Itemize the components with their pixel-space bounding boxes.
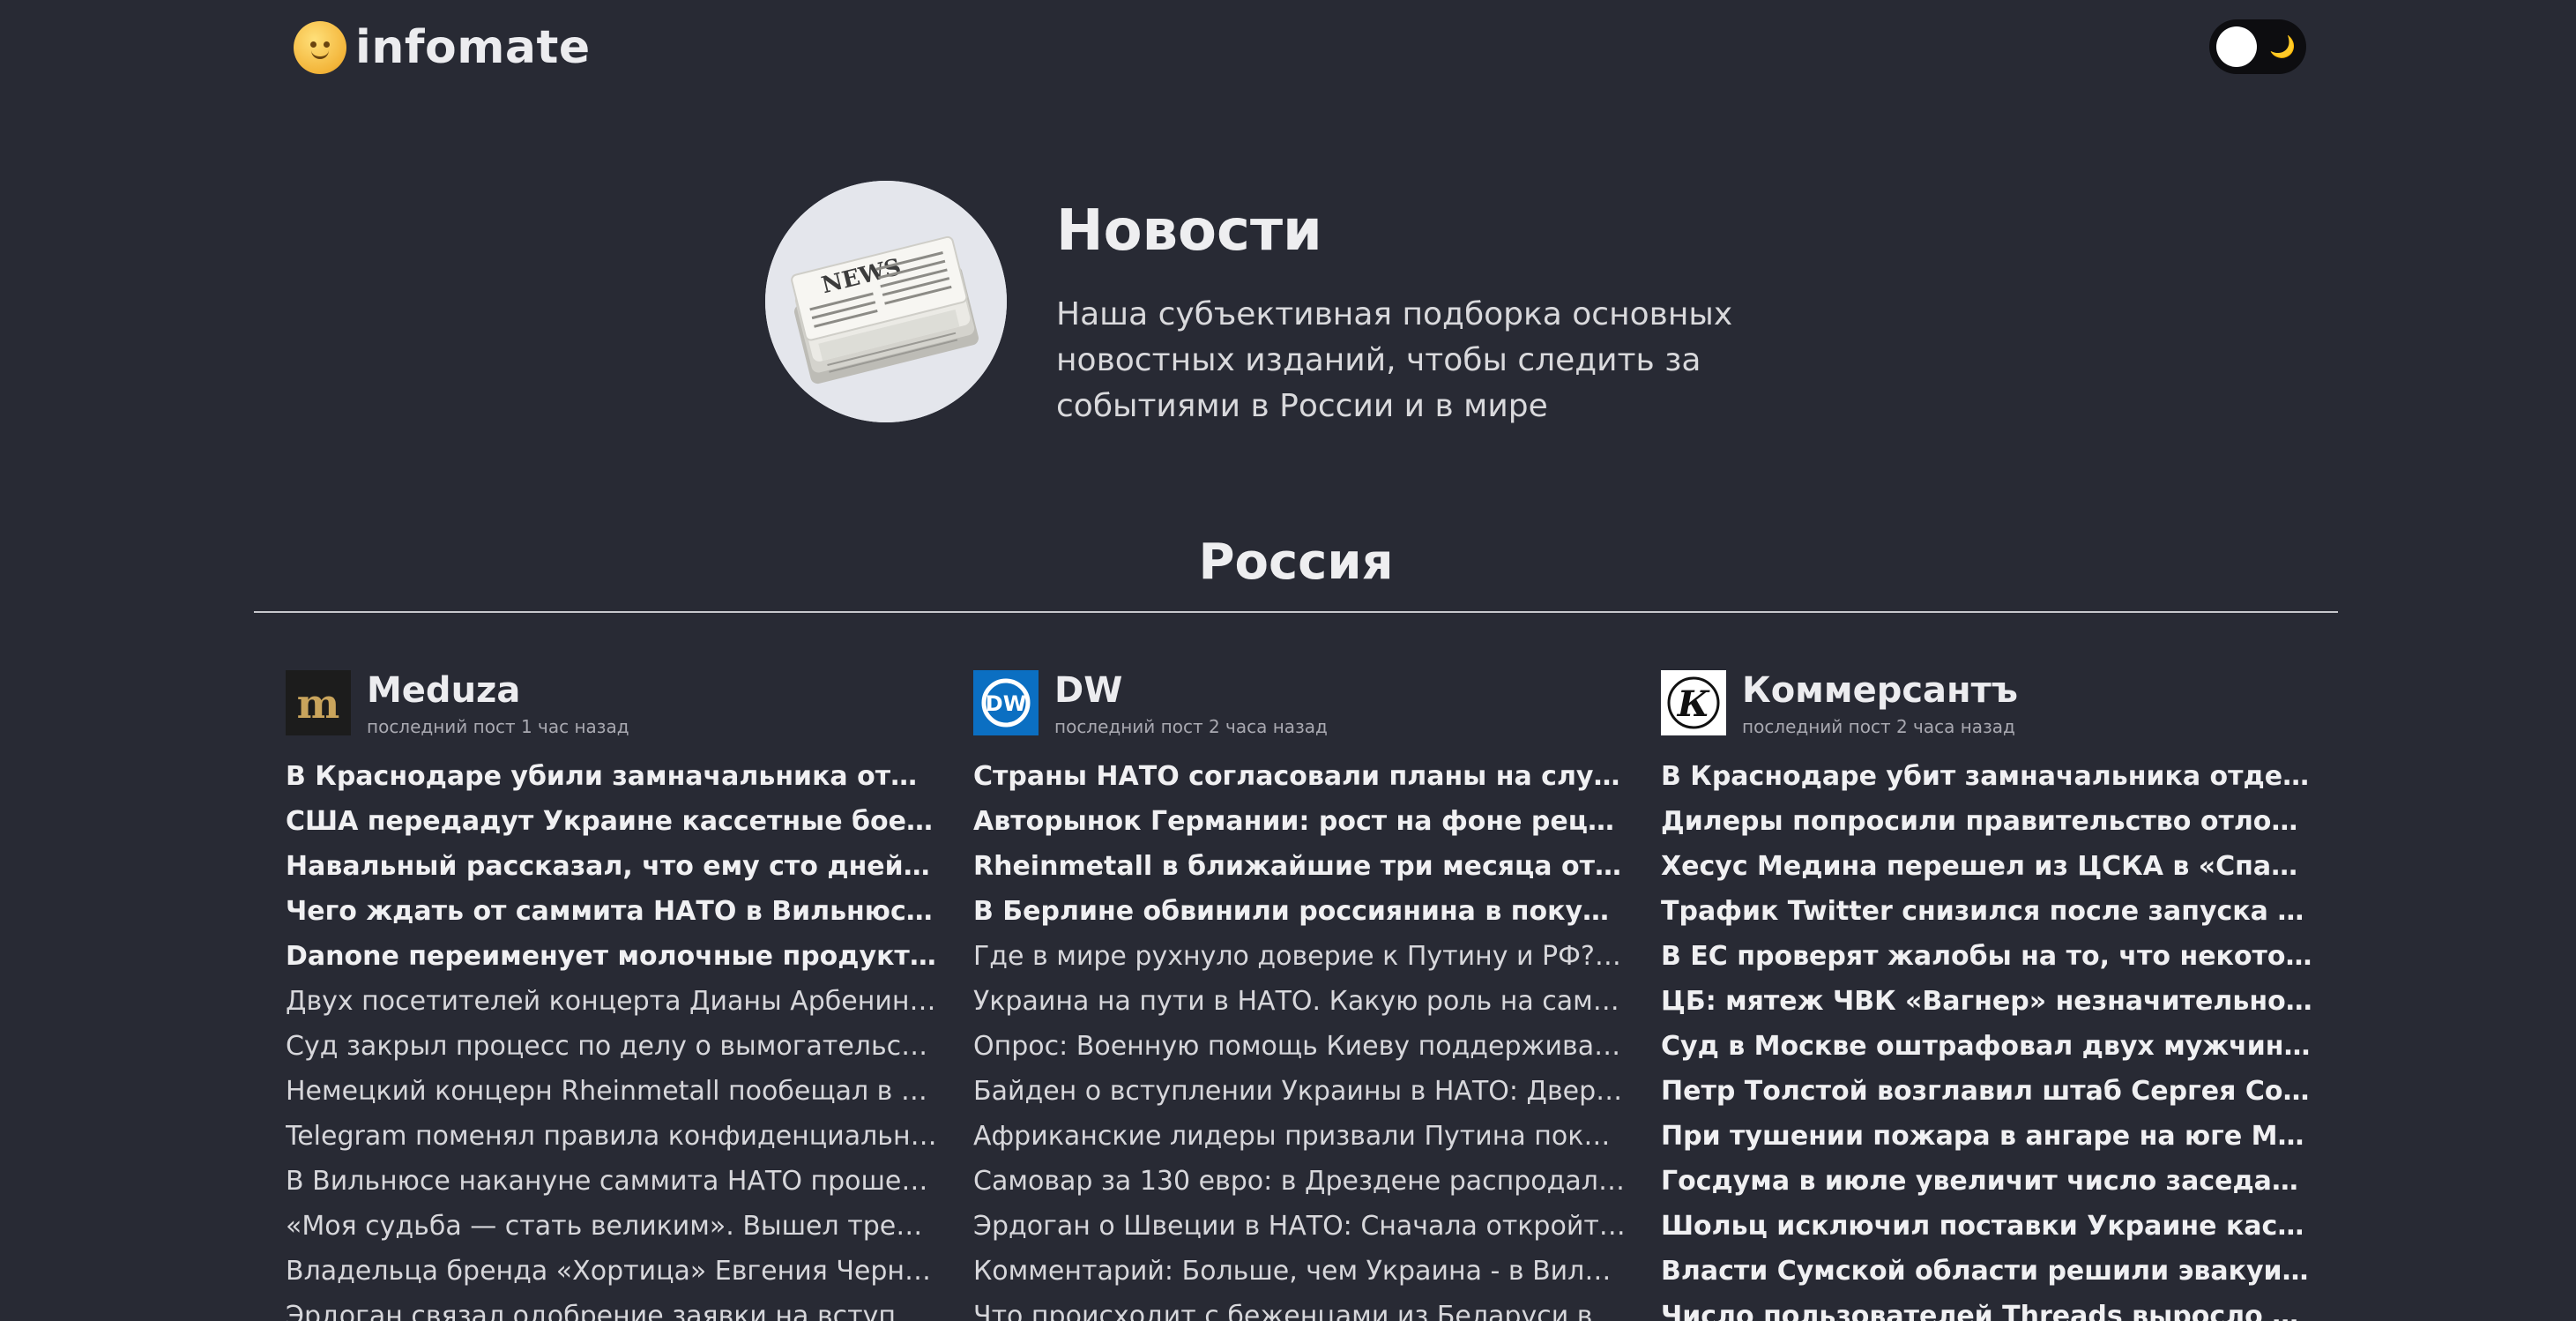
news-list: Страны НАТО согласовали планы на случай … — [973, 754, 1626, 1321]
news-item[interactable]: Эрдоган о Швеции в НАТО: Сначала откройт… — [973, 1204, 1626, 1249]
news-item[interactable]: Навальный рассказал, что ему сто дней по… — [286, 844, 938, 889]
source-card-meduza: m Meduza последний пост 1 час назад В Кр… — [286, 668, 938, 1321]
news-item[interactable]: Байден о вступлении Украины в НАТО: Двер… — [973, 1069, 1626, 1114]
news-list: В Краснодаре убили замначальника отдела … — [286, 754, 938, 1321]
news-item[interactable]: Опрос: Военную помощь Киеву поддерживают… — [973, 1024, 1626, 1069]
news-item[interactable]: Двух посетителей концерта Дианы Арбенино… — [286, 979, 938, 1024]
dw-logo-icon: DW — [973, 670, 1039, 735]
news-item[interactable]: Авторынок Германии: рост на фоне рецесси… — [973, 799, 1626, 844]
news-item[interactable]: Шольц исключил поставки Украине кассетны… — [1661, 1204, 2313, 1249]
moon-icon: 🌙 — [2269, 34, 2296, 59]
newspaper-icon: NEWS — [765, 181, 1007, 422]
news-item[interactable]: Суд закрыл процесс по делу о вымогательс… — [286, 1024, 938, 1069]
page-description: Наша субъективная подборка основных ново… — [1056, 296, 1733, 424]
news-item[interactable]: Хесус Медина перешел из ЦСКА в «Спартак» — [1661, 844, 2313, 889]
news-item[interactable]: Число пользователей Threads выросло до 1… — [1661, 1294, 2313, 1321]
news-item[interactable]: Власти Сумской области решили эвакуирова… — [1661, 1249, 2313, 1294]
news-item[interactable]: Что происходит с беженцами из Беларуси в… — [973, 1294, 1626, 1321]
news-item[interactable]: Украина на пути в НАТО. Какую роль на са… — [973, 979, 1626, 1024]
svg-text:m: m — [297, 680, 340, 728]
news-item[interactable]: Самовар за 130 евро: в Дрездене распрода… — [973, 1159, 1626, 1204]
page-title: Новости — [1056, 198, 1322, 264]
brand-name: infomate — [355, 21, 591, 74]
section-divider — [254, 611, 2338, 613]
source-header[interactable]: К Коммерсантъ последний пост 2 часа наза… — [1661, 668, 2313, 739]
news-item[interactable]: Петр Толстой возглавил штаб Сергея Собян… — [1661, 1069, 2313, 1114]
smiley-logo-icon — [294, 21, 346, 74]
source-card-dw: DW DW последний пост 2 часа назад Страны… — [973, 668, 1626, 1321]
source-name: Коммерсантъ — [1742, 670, 2018, 711]
brand-logo-link[interactable]: infomate — [294, 21, 591, 74]
news-item[interactable]: Дилеры попросили правительство отложить … — [1661, 799, 2313, 844]
svg-text:DW: DW — [986, 691, 1026, 716]
news-item[interactable]: Rheinmetall в ближайшие три месяца откро… — [973, 844, 1626, 889]
news-item[interactable]: Эрдоган связал одобрение заявки на вступ… — [286, 1294, 938, 1321]
source-name: Meduza — [367, 670, 521, 711]
news-item[interactable]: Немецкий концерн Rheinmetall пообещал в … — [286, 1069, 938, 1114]
top-bar: infomate 🌙 — [0, 0, 2576, 97]
news-list: В Краснодаре убит замначальника отдела п… — [1661, 754, 2313, 1321]
news-item[interactable]: В Берлине обвинили россиянина в покушени… — [973, 889, 1626, 934]
news-item[interactable]: Где в мире рухнуло доверие к Путину и РФ… — [973, 934, 1626, 979]
source-last-post: последний пост 1 час назад — [367, 716, 629, 737]
news-item[interactable]: Владельца бренда «Хортица» Евгения Черня… — [286, 1249, 938, 1294]
source-header[interactable]: m Meduza последний пост 1 час назад — [286, 668, 938, 739]
toggle-knob — [2216, 26, 2257, 67]
source-header[interactable]: DW DW последний пост 2 часа назад — [973, 668, 1626, 739]
news-item[interactable]: В Вильнюсе накануне саммита НАТО прошел … — [286, 1159, 938, 1204]
news-item[interactable]: Чего ждать от саммита НАТО в Вильнюсе? У… — [286, 889, 938, 934]
news-item[interactable]: Telegram поменял правила конфиденциально… — [286, 1114, 938, 1159]
news-item[interactable]: ЦБ: мятеж ЧВК «Вагнер» незначительно пов… — [1661, 979, 2313, 1024]
news-item[interactable]: Страны НАТО согласовали планы на случай … — [973, 754, 1626, 799]
news-item[interactable]: «Моя судьба — стать великим». Вышел трей… — [286, 1204, 938, 1249]
news-item[interactable]: Трафик Twitter снизился после запуска Th… — [1661, 889, 2313, 934]
news-item[interactable]: В ЕС проверят жалобы на то, что некоторы… — [1661, 934, 2313, 979]
news-item[interactable]: Суд в Москве оштрафовал двух мужчин за у… — [1661, 1024, 2313, 1069]
theme-toggle[interactable]: 🌙 — [2209, 19, 2306, 74]
section-title: Россия — [1198, 534, 1394, 591]
meduza-logo-icon: m — [286, 670, 351, 735]
hero-section: NEWS Новости Наша субъективная подборка … — [765, 181, 1823, 428]
news-item[interactable]: США передадут Украине кассетные боеприпа… — [286, 799, 938, 844]
news-item[interactable]: Африканские лидеры призвали Путина показ… — [973, 1114, 1626, 1159]
news-item[interactable]: Комментарий: Больше, чем Украина - в Вил… — [973, 1249, 1626, 1294]
svg-text:К: К — [1677, 683, 1710, 725]
news-item[interactable]: При тушении пожара в ангаре на юге Москв… — [1661, 1114, 2313, 1159]
source-last-post: последний пост 2 часа назад — [1742, 716, 2015, 737]
source-card-kommersant: К Коммерсантъ последний пост 2 часа наза… — [1661, 668, 2313, 1321]
news-item[interactable]: В Краснодаре убит замначальника отдела п… — [1661, 754, 2313, 799]
news-item[interactable]: В Краснодаре убили замначальника отдела … — [286, 754, 938, 799]
source-name: DW — [1054, 670, 1123, 711]
source-last-post: последний пост 2 часа назад — [1054, 716, 1328, 737]
kommersant-logo-icon: К — [1661, 670, 1726, 735]
news-item[interactable]: Госдума в июле увеличит число заседаний … — [1661, 1159, 2313, 1204]
news-item[interactable]: Danone переименует молочные продукты «Ак… — [286, 934, 938, 979]
